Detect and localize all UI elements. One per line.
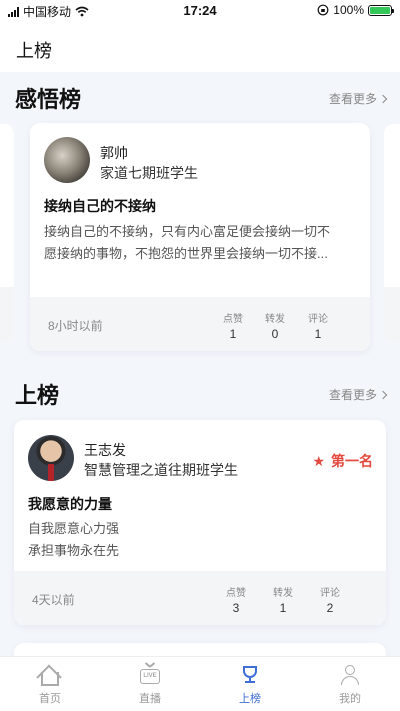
card-body-line: 接纳自己的不接纳，只有内心富足便会接纳一切不 <box>44 224 331 239</box>
home-icon <box>39 665 61 686</box>
comments-stat[interactable]: 评论 1 <box>298 310 338 341</box>
card-title: 我愿意的力量 <box>28 496 112 512</box>
shares-count: 0 <box>271 327 279 341</box>
user-role: 智慧管理之道往期班学生 <box>84 462 238 478</box>
card-body: 接纳自己的不接纳，只有内心富足便会接纳一切不 愿接纳的事物，不抱怨的世界里会接纳… <box>44 221 358 265</box>
star-icon: ★ <box>312 452 325 469</box>
status-bar: 中国移动 17:24 100% <box>0 0 400 22</box>
page-title: 上榜 <box>16 41 52 61</box>
likes-label: 点赞 <box>226 588 246 599</box>
comments-stat[interactable]: 评论 2 <box>310 584 350 615</box>
card-footer: 4天以前 点赞 3 转发 1 评论 2 <box>14 571 386 625</box>
insight-card-prev-peek[interactable] <box>0 124 14 342</box>
insight-card[interactable]: 郭帅 家道七期班学生 接纳自己的不接纳 接纳自己的不接纳，只有内心富足便会接纳一… <box>30 123 370 351</box>
ranking-section-title: 上榜 <box>15 383 60 408</box>
rank-label: 第一名 <box>331 453 373 469</box>
user-icon <box>339 665 361 685</box>
bottom-tab-bar: 首页 LIVE 直播 上榜 我的 <box>0 656 400 711</box>
card-body-line: 愿接纳的事物，不抱怨的世界里会接纳一切不接... <box>44 246 328 261</box>
tab-label: 直播 <box>139 693 161 705</box>
user-role: 家道七期班学生 <box>100 165 198 181</box>
tab-label: 我的 <box>339 693 361 705</box>
insight-card-next-peek[interactable] <box>384 124 400 342</box>
comments-count: 2 <box>326 601 334 615</box>
likes-count: 1 <box>229 327 237 341</box>
tab-label: 首页 <box>39 693 61 705</box>
tab-label: 上榜 <box>239 693 261 705</box>
post-time: 8小时以前 <box>48 319 103 333</box>
card-body: 自我愿意心力强 承担事物永在先 <box>28 518 368 562</box>
avatar <box>44 137 90 183</box>
insight-more-link[interactable]: 查看更多 <box>328 90 388 107</box>
avatar <box>28 435 74 481</box>
live-tv-icon: LIVE <box>139 665 161 685</box>
card-body-line: 承担事物永在先 <box>28 543 120 558</box>
card-body-line: 自我愿意心力强 <box>28 521 120 536</box>
user-name: 王志发 <box>84 442 126 458</box>
more-label: 查看更多 <box>328 388 377 402</box>
shares-label: 转发 <box>265 314 285 325</box>
top-header: 上榜 <box>0 22 400 72</box>
comments-count: 1 <box>314 327 322 341</box>
tab-live[interactable]: LIVE 直播 <box>120 665 180 706</box>
likes-count: 3 <box>232 601 240 615</box>
chevron-right-icon <box>378 390 388 399</box>
post-time: 4天以前 <box>32 593 75 607</box>
shares-count: 1 <box>279 601 287 615</box>
battery-percent: 100% <box>333 3 364 17</box>
user-name: 郭帅 <box>100 145 128 161</box>
shares-label: 转发 <box>273 588 293 599</box>
shares-stat[interactable]: 转发 1 <box>263 584 303 615</box>
rank-badge: ★ 第一名 <box>312 451 373 471</box>
likes-label: 点赞 <box>223 314 243 325</box>
comments-label: 评论 <box>320 588 340 599</box>
tab-mine[interactable]: 我的 <box>320 665 380 706</box>
card-footer: 8小时以前 点赞 1 转发 0 评论 1 <box>30 297 370 351</box>
status-right: 100% <box>317 3 394 17</box>
insight-section-header: 感悟榜 查看更多 <box>0 82 400 112</box>
likes-stat[interactable]: 点赞 1 <box>213 310 253 341</box>
likes-stat[interactable]: 点赞 3 <box>216 584 256 615</box>
ranking-more-link[interactable]: 查看更多 <box>328 386 388 403</box>
battery-icon <box>368 4 394 16</box>
card-footer <box>0 287 14 342</box>
chevron-right-icon <box>378 94 388 103</box>
card-footer <box>384 287 400 342</box>
ranking-card[interactable]: 王志发 智慧管理之道往期班学生 ★ 第一名 我愿意的力量 自我愿意心力强 承担事… <box>14 420 386 625</box>
orientation-lock-icon <box>317 4 329 16</box>
tab-home[interactable]: 首页 <box>20 665 80 706</box>
shares-stat[interactable]: 转发 0 <box>255 310 295 341</box>
comments-label: 评论 <box>308 314 328 325</box>
more-label: 查看更多 <box>328 92 377 106</box>
card-title: 接纳自己的不接纳 <box>44 198 156 214</box>
tab-rank[interactable]: 上榜 <box>220 665 280 706</box>
trophy-icon <box>239 665 261 685</box>
insight-section-title: 感悟榜 <box>15 87 82 112</box>
ranking-section-header: 上榜 查看更多 <box>0 378 400 408</box>
